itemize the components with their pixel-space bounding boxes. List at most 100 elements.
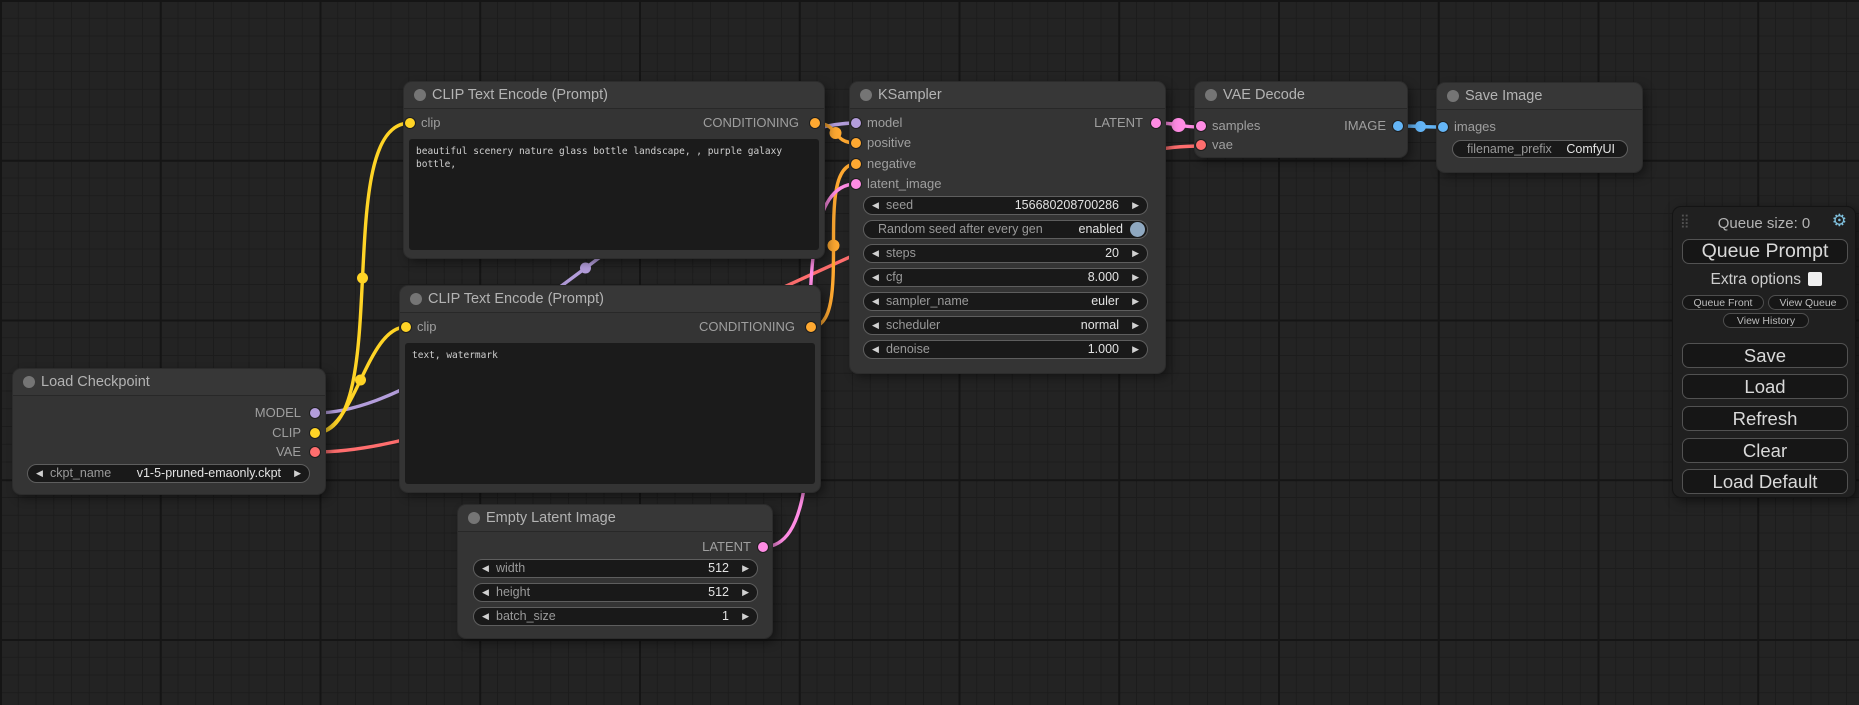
widget-sampler-name[interactable]: sampler_name euler: [863, 292, 1148, 311]
view-history-button[interactable]: View History: [1723, 313, 1809, 328]
input-dot-negative[interactable]: [850, 158, 862, 170]
node-title-bar[interactable]: Empty Latent Image: [458, 505, 772, 532]
right-arrow-icon[interactable]: [1132, 269, 1139, 286]
widget-ckpt-name[interactable]: ckpt_name v1-5-pruned-emaonly.ckpt: [27, 464, 310, 483]
right-arrow-icon[interactable]: [1132, 341, 1139, 358]
node-title-bar[interactable]: Save Image: [1437, 83, 1642, 110]
collapse-dot-icon[interactable]: [860, 89, 872, 101]
node-title-bar[interactable]: KSampler: [850, 82, 1165, 109]
link-midpoint-dot: [828, 240, 840, 252]
right-arrow-icon[interactable]: [742, 608, 749, 625]
left-arrow-icon[interactable]: [872, 197, 879, 214]
output-label-latent: LATENT: [702, 539, 751, 555]
input-dot-model[interactable]: [850, 117, 862, 129]
right-arrow-icon[interactable]: [1132, 293, 1139, 310]
widget-label: seed: [886, 197, 913, 214]
left-arrow-icon[interactable]: [482, 560, 489, 577]
collapse-dot-icon[interactable]: [410, 293, 422, 305]
node-empty-latent-image[interactable]: Empty Latent Image LATENT width 512 heig…: [458, 505, 772, 638]
widget-value: v1-5-pruned-emaonly.ckpt: [137, 465, 281, 482]
input-dot-clip[interactable]: [400, 321, 412, 333]
toggle-dot-icon[interactable]: [1130, 222, 1145, 237]
refresh-button[interactable]: Refresh: [1682, 406, 1848, 431]
widget-width[interactable]: width 512: [473, 559, 758, 578]
widget-scheduler[interactable]: scheduler normal: [863, 316, 1148, 335]
collapse-dot-icon[interactable]: [414, 89, 426, 101]
input-dot-positive[interactable]: [850, 137, 862, 149]
left-arrow-icon[interactable]: [872, 245, 879, 262]
right-arrow-icon[interactable]: [1132, 245, 1139, 262]
node-title-bar[interactable]: CLIP Text Encode (Prompt): [400, 286, 820, 313]
output-dot-vae[interactable]: [309, 446, 321, 458]
positive-prompt-textarea[interactable]: beautiful scenery nature glass bottle la…: [409, 139, 819, 250]
node-save-image[interactable]: Save Image images filename_prefix ComfyU…: [1437, 83, 1642, 172]
view-queue-button[interactable]: View Queue: [1768, 295, 1848, 310]
widget-denoise[interactable]: denoise 1.000: [863, 340, 1148, 359]
input-label-images: images: [1454, 119, 1496, 135]
clear-button[interactable]: Clear: [1682, 438, 1848, 463]
link-midpoint-dot: [1415, 121, 1426, 132]
right-arrow-icon[interactable]: [1132, 197, 1139, 214]
negative-prompt-textarea[interactable]: text, watermark: [405, 343, 815, 484]
output-dot-latent[interactable]: [757, 541, 769, 553]
left-arrow-icon[interactable]: [872, 269, 879, 286]
right-arrow-icon[interactable]: [1132, 317, 1139, 334]
collapse-dot-icon[interactable]: [468, 512, 480, 524]
output-dot-image[interactable]: [1392, 120, 1404, 132]
queue-prompt-button[interactable]: Queue Prompt: [1682, 239, 1848, 264]
node-ksampler[interactable]: KSampler model positive negative latent_…: [850, 82, 1165, 373]
widget-cfg[interactable]: cfg 8.000: [863, 268, 1148, 287]
left-arrow-icon[interactable]: [872, 341, 879, 358]
input-dot-images[interactable]: [1437, 121, 1449, 133]
save-button[interactable]: Save: [1682, 343, 1848, 368]
input-label-clip: clip: [421, 115, 441, 131]
node-title-bar[interactable]: VAE Decode: [1195, 82, 1407, 109]
input-dot-latent-image[interactable]: [850, 178, 862, 190]
node-clip-text-encode-positive[interactable]: CLIP Text Encode (Prompt) clip CONDITION…: [404, 82, 824, 258]
input-dot-samples[interactable]: [1195, 120, 1207, 132]
node-title: KSampler: [878, 87, 942, 103]
widget-seed[interactable]: seed 156680208700286: [863, 196, 1148, 215]
output-dot-model[interactable]: [309, 407, 321, 419]
output-label-latent: LATENT: [1094, 115, 1143, 131]
settings-gear-icon[interactable]: ⚙: [1832, 212, 1847, 230]
input-dot-clip[interactable]: [404, 117, 416, 129]
extra-options-checkbox[interactable]: [1808, 272, 1822, 286]
left-arrow-icon[interactable]: [482, 584, 489, 601]
widget-label: Random seed after every gen: [878, 221, 1043, 238]
node-title: Load Checkpoint: [41, 374, 150, 390]
input-dot-vae[interactable]: [1195, 139, 1207, 151]
output-dot-clip[interactable]: [309, 427, 321, 439]
load-default-button[interactable]: Load Default: [1682, 469, 1848, 494]
node-clip-text-encode-negative[interactable]: CLIP Text Encode (Prompt) clip CONDITION…: [400, 286, 820, 492]
collapse-dot-icon[interactable]: [1205, 89, 1217, 101]
right-arrow-icon[interactable]: [742, 584, 749, 601]
queue-front-button[interactable]: Queue Front: [1682, 295, 1764, 310]
node-load-checkpoint[interactable]: Load Checkpoint MODEL CLIP VAE ckpt_name…: [13, 369, 325, 494]
output-dot-conditioning[interactable]: [805, 321, 817, 333]
collapse-dot-icon[interactable]: [23, 376, 35, 388]
output-label-vae: VAE: [276, 444, 301, 460]
left-arrow-icon[interactable]: [872, 293, 879, 310]
left-arrow-icon[interactable]: [36, 465, 43, 482]
output-dot-latent[interactable]: [1150, 117, 1162, 129]
node-graph-canvas[interactable]: Load Checkpoint MODEL CLIP VAE ckpt_name…: [0, 0, 1859, 705]
widget-value: normal: [1081, 317, 1119, 334]
left-arrow-icon[interactable]: [872, 317, 879, 334]
right-arrow-icon[interactable]: [742, 560, 749, 577]
output-dot-conditioning[interactable]: [809, 117, 821, 129]
widget-steps[interactable]: steps 20: [863, 244, 1148, 263]
widget-value: 20: [1105, 245, 1119, 262]
widget-height[interactable]: height 512: [473, 583, 758, 602]
node-title-bar[interactable]: CLIP Text Encode (Prompt): [404, 82, 824, 109]
node-title-bar[interactable]: Load Checkpoint: [13, 369, 325, 396]
right-arrow-icon[interactable]: [294, 465, 301, 482]
widget-filename-prefix[interactable]: filename_prefix ComfyUI: [1452, 140, 1628, 158]
node-vae-decode[interactable]: VAE Decode samples vae IMAGE: [1195, 82, 1407, 157]
widget-random-seed-toggle[interactable]: Random seed after every gen enabled: [863, 220, 1148, 239]
left-arrow-icon[interactable]: [482, 608, 489, 625]
output-label-conditioning: CONDITIONING: [703, 115, 799, 131]
collapse-dot-icon[interactable]: [1447, 90, 1459, 102]
widget-batch-size[interactable]: batch_size 1: [473, 607, 758, 626]
load-button[interactable]: Load: [1682, 374, 1848, 399]
